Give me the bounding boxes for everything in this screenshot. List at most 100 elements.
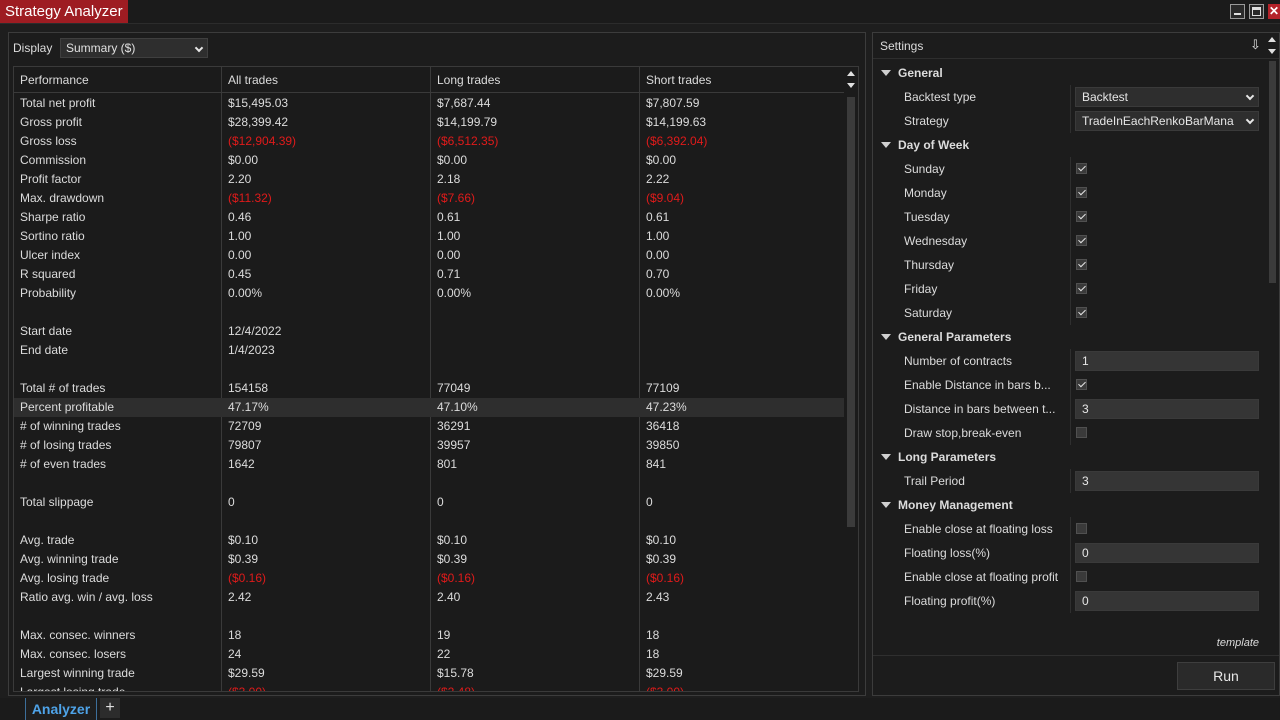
property-input[interactable]: 3 — [1075, 399, 1259, 419]
table-row[interactable]: # of losing trades 79807 39957 39850 — [14, 436, 846, 455]
table-row[interactable]: Ratio avg. win / avg. loss 2.42 2.40 2.43 — [14, 588, 846, 607]
property-input[interactable]: 3 — [1075, 471, 1259, 491]
long-trades-value: ($0.16) — [437, 571, 476, 585]
table-row[interactable]: Max. consec. winners 18 19 18 — [14, 626, 846, 645]
table-row[interactable]: Max. consec. losers 24 22 18 — [14, 645, 846, 664]
property-label: Thursday — [904, 258, 955, 272]
table-row[interactable]: Probability 0.00% 0.00% 0.00% — [14, 284, 846, 303]
table-row[interactable]: Gross profit $28,399.42 $14,199.79 $14,199.… — [14, 113, 846, 132]
row-label: Sharpe ratio — [20, 210, 86, 224]
collapse-triangle-icon[interactable] — [881, 334, 891, 340]
property-checkbox[interactable] — [1076, 379, 1087, 390]
table-row[interactable]: # of even trades 1642 801 841 — [14, 455, 846, 474]
all-trades-value: $0.39 — [228, 552, 259, 566]
run-button[interactable]: Run — [1177, 662, 1275, 690]
column-header-short-trades[interactable]: Short trades — [640, 67, 711, 93]
table-row[interactable]: Sharpe ratio 0.46 0.61 0.61 — [14, 208, 846, 227]
table-row[interactable]: Max. drawdown ($11.32) ($7.66) ($9.04) — [14, 189, 846, 208]
collapse-triangle-icon[interactable] — [881, 502, 891, 508]
table-row[interactable]: Total slippage 0 0 0 — [14, 493, 846, 512]
pin-icon[interactable]: ⇩ — [1250, 37, 1261, 53]
scroll-up-icon[interactable] — [1268, 37, 1276, 42]
table-row[interactable]: Ulcer index 0.00 0.00 0.00 — [14, 246, 846, 265]
window-title: Strategy Analyzer — [0, 0, 128, 23]
property-select[interactable]: TradeInEachRenkoBarMana — [1075, 111, 1259, 131]
property-label: Enable close at floating profit — [904, 570, 1059, 584]
property-checkbox[interactable] — [1076, 163, 1087, 174]
row-label: Largest losing trade — [20, 685, 126, 692]
table-row[interactable]: Total net profit $15,495.03 $7,687.44 $7,80… — [14, 94, 846, 113]
property-checkbox[interactable] — [1076, 523, 1087, 534]
collapse-triangle-icon[interactable] — [881, 142, 891, 148]
grid-scrollbar[interactable] — [844, 67, 858, 691]
property-checkbox[interactable] — [1076, 571, 1087, 582]
table-row[interactable] — [14, 474, 846, 493]
table-row[interactable] — [14, 303, 846, 322]
property-checkbox[interactable] — [1076, 427, 1087, 438]
short-trades-value: 39850 — [646, 438, 680, 452]
row-label: End date — [20, 343, 69, 357]
table-row[interactable]: End date 1/4/2023 — [14, 341, 846, 360]
table-row[interactable]: Largest winning trade $29.59 $15.78 $29.59 — [14, 664, 846, 683]
table-row[interactable]: Avg. trade $0.10 $0.10 $0.10 — [14, 531, 846, 550]
property-input[interactable]: 0 — [1075, 591, 1259, 611]
short-trades-value: $14,199.63 — [646, 115, 707, 129]
row-label: Total slippage — [20, 495, 94, 509]
short-trades-value: $7,807.59 — [646, 96, 700, 110]
tab-analyzer[interactable]: Analyzer — [25, 698, 97, 720]
settings-scroll-thumb[interactable] — [1269, 61, 1276, 283]
table-row[interactable]: Start date 12/4/2022 — [14, 322, 846, 341]
table-row[interactable]: Gross loss ($12,904.39) ($6,512.35) ($6,392… — [14, 132, 846, 151]
property-input[interactable]: 1 — [1075, 351, 1259, 371]
minimize-icon[interactable] — [1230, 4, 1245, 19]
settings-section[interactable]: General Parameters — [873, 325, 1265, 349]
property-checkbox[interactable] — [1076, 187, 1087, 198]
property-checkbox[interactable] — [1076, 259, 1087, 270]
scroll-down-icon[interactable] — [1268, 49, 1276, 54]
settings-section[interactable]: General — [873, 61, 1265, 85]
settings-section[interactable]: Day of Week — [873, 133, 1265, 157]
table-row[interactable]: Total # of trades 154158 77049 77109 — [14, 379, 846, 398]
table-row[interactable]: Largest losing trade ($3.00) ($2.48) ($3.00… — [14, 683, 846, 692]
table-row[interactable]: # of winning trades 72709 36291 36418 — [14, 417, 846, 436]
maximize-icon[interactable] — [1249, 4, 1264, 19]
property-input[interactable]: 0 — [1075, 543, 1259, 563]
property-select[interactable]: Backtest — [1075, 87, 1259, 107]
collapse-triangle-icon[interactable] — [881, 454, 891, 460]
column-header-long-trades[interactable]: Long trades — [431, 67, 500, 93]
short-trades-value: 841 — [646, 457, 667, 471]
all-trades-value: 0.46 — [228, 210, 252, 224]
settings-section[interactable]: Money Management — [873, 493, 1265, 517]
short-trades-value — [640, 322, 646, 341]
table-row[interactable]: Percent profitable 47.17% 47.10% 47.23% — [14, 398, 846, 417]
table-row[interactable]: Avg. winning trade $0.39 $0.39 $0.39 — [14, 550, 846, 569]
table-row[interactable]: Avg. losing trade ($0.16) ($0.16) ($0.16) — [14, 569, 846, 588]
table-row[interactable]: Sortino ratio 1.00 1.00 1.00 — [14, 227, 846, 246]
column-header-all-trades[interactable]: All trades — [222, 67, 278, 93]
property-checkbox[interactable] — [1076, 235, 1087, 246]
property-checkbox[interactable] — [1076, 211, 1087, 222]
collapse-triangle-icon[interactable] — [881, 70, 891, 76]
table-row[interactable] — [14, 360, 846, 379]
add-tab-button[interactable]: + — [100, 698, 120, 718]
column-header-performance[interactable]: Performance — [14, 67, 89, 93]
settings-scrollbar[interactable] — [1266, 33, 1279, 655]
property-label: Floating loss(%) — [904, 546, 991, 560]
scroll-down-icon[interactable] — [847, 83, 855, 88]
property-checkbox[interactable] — [1076, 307, 1087, 318]
table-row[interactable] — [14, 512, 846, 531]
section-title: Day of Week — [898, 138, 970, 152]
template-link[interactable]: template — [1217, 637, 1259, 649]
chevron-down-icon — [1245, 115, 1255, 125]
table-row[interactable]: Commission $0.00 $0.00 $0.00 — [14, 151, 846, 170]
close-icon[interactable]: ✕ — [1268, 4, 1280, 19]
grid-scroll-thumb[interactable] — [847, 97, 855, 527]
table-row[interactable]: R squared 0.45 0.71 0.70 — [14, 265, 846, 284]
settings-section[interactable]: Long Parameters — [873, 445, 1265, 469]
table-row[interactable] — [14, 607, 846, 626]
property-checkbox[interactable] — [1076, 283, 1087, 294]
scroll-up-icon[interactable] — [847, 71, 855, 76]
display-select[interactable]: Summary ($) — [60, 38, 208, 58]
row-label: Start date — [20, 324, 73, 338]
table-row[interactable]: Profit factor 2.20 2.18 2.22 — [14, 170, 846, 189]
